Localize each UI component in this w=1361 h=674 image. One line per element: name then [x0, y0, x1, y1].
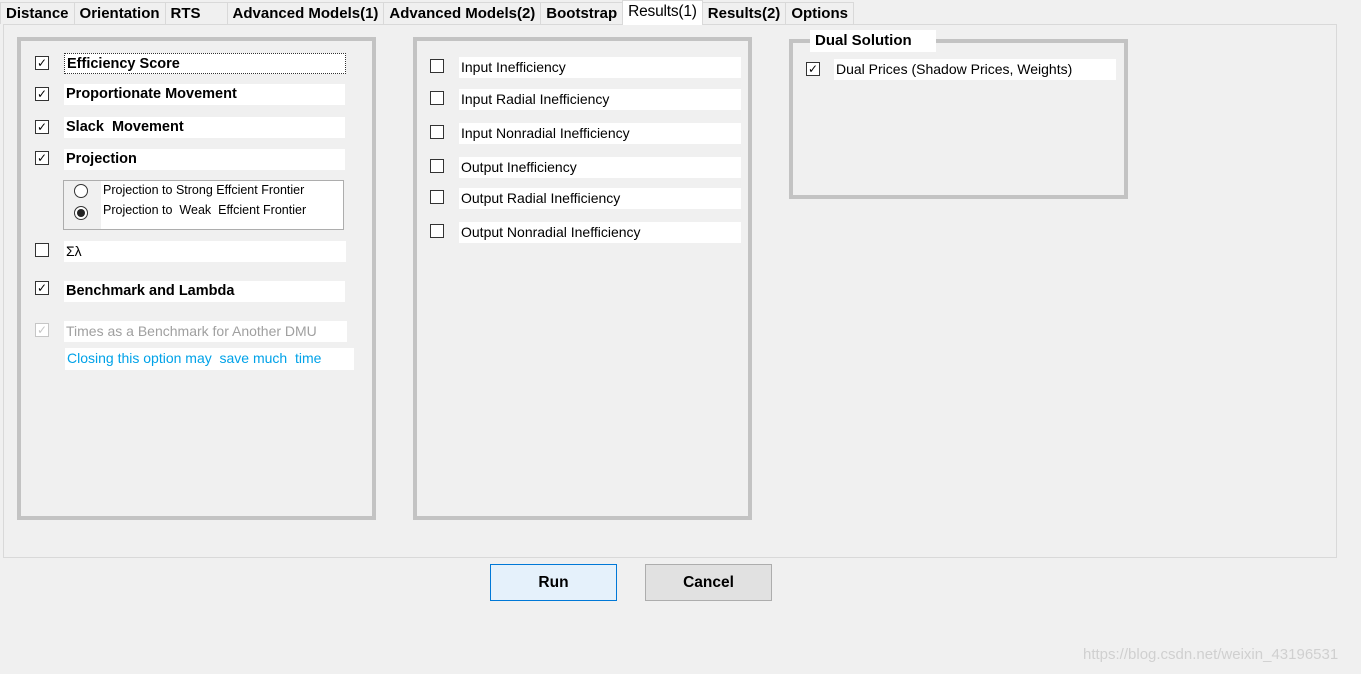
inefficiency-label[interactable]: Output Radial Inefficiency: [459, 188, 741, 209]
strong-frontier-radio[interactable]: [74, 184, 88, 198]
inefficiency-label[interactable]: Input Nonradial Inefficiency: [459, 123, 741, 144]
inefficiency-label[interactable]: Input Inefficiency: [459, 57, 741, 78]
weak-frontier-radio[interactable]: [74, 206, 88, 220]
slack-movement-label[interactable]: Slack Movement: [64, 117, 345, 138]
times-benchmark-label: Times as a Benchmark for Another DMU: [64, 321, 347, 342]
watermark: https://blog.csdn.net/weixin_43196531: [1083, 646, 1339, 663]
results-options-group: [17, 37, 376, 520]
tab-options[interactable]: Options: [785, 2, 854, 24]
inefficiency-checkbox[interactable]: [430, 91, 444, 105]
strong-frontier-label[interactable]: Projection to Strong Effcient Frontier: [103, 183, 304, 197]
tab-bar: Distance Orientation RTS Advanced Models(1)…: [0, 0, 854, 25]
inefficiency-checkbox[interactable]: [430, 159, 444, 173]
proportionate-movement-label[interactable]: Proportionate Movement: [64, 84, 345, 105]
projection-label[interactable]: Projection: [64, 149, 345, 170]
slack-movement-checkbox[interactable]: ✓: [35, 120, 49, 134]
run-button[interactable]: Run: [490, 564, 617, 601]
tab-advanced-models-1[interactable]: Advanced Models(1): [226, 2, 385, 24]
inefficiency-label[interactable]: Output Nonradial Inefficiency: [459, 222, 741, 243]
times-benchmark-checkbox[interactable]: ✓: [35, 323, 49, 337]
dual-prices-label[interactable]: Dual Prices (Shadow Prices, Weights): [834, 59, 1116, 80]
inefficiency-checkbox[interactable]: [430, 125, 444, 139]
tab-distance[interactable]: Distance: [0, 2, 75, 24]
tab-rts[interactable]: RTS: [164, 2, 228, 24]
proportionate-movement-checkbox[interactable]: ✓: [35, 87, 49, 101]
benchmark-lambda-checkbox[interactable]: ✓: [35, 281, 49, 295]
dual-prices-checkbox[interactable]: ✓: [806, 62, 820, 76]
time-saving-note: Closing this option may save much time: [65, 348, 354, 370]
efficiency-score-checkbox[interactable]: ✓: [35, 56, 49, 70]
tab-advanced-models-2[interactable]: Advanced Models(2): [383, 2, 542, 24]
sum-lambda-label[interactable]: Σλ: [64, 241, 346, 262]
tab-bootstrap[interactable]: Bootstrap: [540, 2, 624, 24]
inefficiency-checkbox[interactable]: [430, 224, 444, 238]
projection-checkbox[interactable]: ✓: [35, 151, 49, 165]
dual-solution-title: Dual Solution: [810, 30, 936, 52]
inefficiency-label[interactable]: Input Radial Inefficiency: [459, 89, 741, 110]
cancel-button[interactable]: Cancel: [645, 564, 772, 601]
sum-lambda-checkbox[interactable]: [35, 243, 49, 257]
weak-frontier-label[interactable]: Projection to Weak Effcient Frontier: [103, 203, 306, 217]
tab-orientation[interactable]: Orientation: [73, 2, 166, 24]
inefficiency-checkbox[interactable]: [430, 59, 444, 73]
inefficiency-checkbox[interactable]: [430, 190, 444, 204]
efficiency-score-label[interactable]: Efficiency Score: [64, 53, 346, 74]
benchmark-lambda-label[interactable]: Benchmark and Lambda: [64, 281, 345, 302]
tab-results-2[interactable]: Results(2): [701, 2, 787, 24]
tab-results-1[interactable]: Results(1): [622, 0, 703, 25]
inefficiency-label[interactable]: Output Inefficiency: [459, 157, 741, 178]
